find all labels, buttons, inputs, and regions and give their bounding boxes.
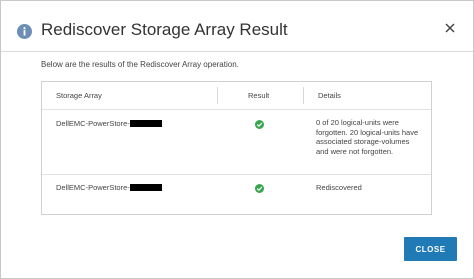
header-divider (1, 51, 473, 52)
close-icon[interactable] (443, 21, 457, 35)
dialog-description: Below are the results of the Rediscover … (41, 60, 239, 69)
close-button[interactable]: CLOSE (404, 237, 457, 261)
info-icon (17, 24, 32, 39)
results-table: Storage Array Result Details DellEMC-Pow… (41, 81, 432, 215)
storage-array-name: DellEMC-PowerStore- (56, 183, 130, 192)
table-row: DellEMC-PowerStore- (56, 119, 162, 128)
storage-array-name: DellEMC-PowerStore- (56, 119, 130, 128)
column-header-result: Result (248, 91, 270, 100)
table-row: DellEMC-PowerStore- (56, 183, 162, 192)
column-separator (217, 87, 218, 104)
check-circle-icon (255, 184, 264, 193)
column-header-details: Details (318, 91, 341, 100)
rediscover-result-dialog: Rediscover Storage Array Result Below ar… (0, 0, 474, 279)
details-text: 0 of 20 logical-units were forgotten. 20… (316, 118, 419, 156)
redacted-block (129, 184, 162, 191)
column-separator (303, 87, 304, 104)
column-header-storage-array: Storage Array (56, 91, 102, 100)
row-divider (42, 174, 431, 175)
header-divider-line (42, 109, 431, 110)
redacted-block (129, 120, 162, 127)
details-text: Rediscovered (316, 183, 362, 192)
dialog-title: Rediscover Storage Array Result (41, 20, 288, 39)
check-circle-icon (255, 120, 264, 129)
